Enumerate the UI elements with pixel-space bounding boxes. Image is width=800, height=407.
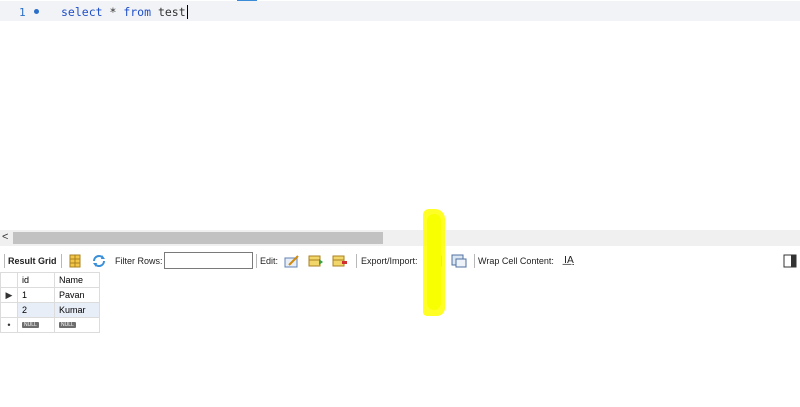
new-row-marker-icon: • <box>0 317 18 333</box>
filter-rows-input[interactable] <box>164 252 253 269</box>
toggle-panel-icon[interactable] <box>782 254 798 268</box>
keyword-select: select <box>61 5 103 19</box>
grid-header-row: id Name <box>0 272 100 288</box>
scroll-thumb[interactable] <box>13 232 383 244</box>
export-import-label: Export/Import: <box>361 256 418 266</box>
toolbar-separator <box>256 254 257 268</box>
column-header-name[interactable]: Name <box>54 272 100 288</box>
filter-rows-label: Filter Rows: <box>115 256 163 266</box>
row-indicator-header <box>0 272 18 288</box>
null-badge: NULL <box>22 322 39 328</box>
result-toolbar: Result Grid Filter Rows: Edit: Export/Im… <box>0 251 800 271</box>
toolbar-separator <box>4 254 5 268</box>
statement-marker-icon <box>34 9 39 14</box>
wrap-toggle-icon[interactable]: I͟A <box>564 251 574 271</box>
sql-editor[interactable]: 1 select * from test <box>0 0 800 230</box>
toolbar-separator <box>356 254 357 268</box>
wrap-cell-content-label: Wrap Cell Content: <box>478 256 554 266</box>
code-star: * <box>102 5 124 19</box>
form-editor-icon[interactable] <box>67 254 83 268</box>
result-grid-label[interactable]: Result Grid <box>8 251 57 271</box>
cell-name-null[interactable]: NULL <box>54 317 100 333</box>
edit-label: Edit: <box>260 256 279 266</box>
text-caret <box>186 5 188 19</box>
insert-row-icon[interactable] <box>308 254 324 268</box>
cell-name[interactable]: Pavan <box>54 287 100 303</box>
toolbar-separator <box>474 254 475 268</box>
cell-id[interactable]: 2 <box>17 302 55 318</box>
scroll-left-arrow[interactable]: < <box>2 231 8 243</box>
cell-id[interactable]: 1 <box>17 287 55 303</box>
result-grid: id Name ▶ 1 Pavan 2 Kumar • NULL NULL <box>0 272 100 333</box>
cell-name[interactable]: Kumar <box>54 302 100 318</box>
column-header-id[interactable]: id <box>17 272 55 288</box>
code-table-name: test <box>151 5 186 19</box>
current-row-arrow-icon: ▶ <box>0 287 18 303</box>
line-number: 1 <box>19 6 26 19</box>
delete-row-icon[interactable] <box>332 254 348 268</box>
edit-row-icon[interactable] <box>284 254 300 268</box>
new-row[interactable]: • NULL NULL <box>0 317 100 333</box>
refresh-icon[interactable] <box>91 254 107 268</box>
import-icon[interactable] <box>451 254 467 268</box>
keyword-from: from <box>123 5 152 19</box>
horizontal-scrollbar[interactable]: < <box>0 230 800 246</box>
table-row[interactable]: 2 Kumar <box>0 302 100 318</box>
sql-code-line[interactable]: select * from test <box>61 5 188 19</box>
table-row[interactable]: ▶ 1 Pavan <box>0 287 100 303</box>
null-badge: NULL <box>59 322 76 328</box>
row-indicator <box>0 302 18 318</box>
yellow-highlight-mark-inner <box>427 214 441 310</box>
toolbar-separator <box>61 254 62 268</box>
cell-id-null[interactable]: NULL <box>17 317 55 333</box>
